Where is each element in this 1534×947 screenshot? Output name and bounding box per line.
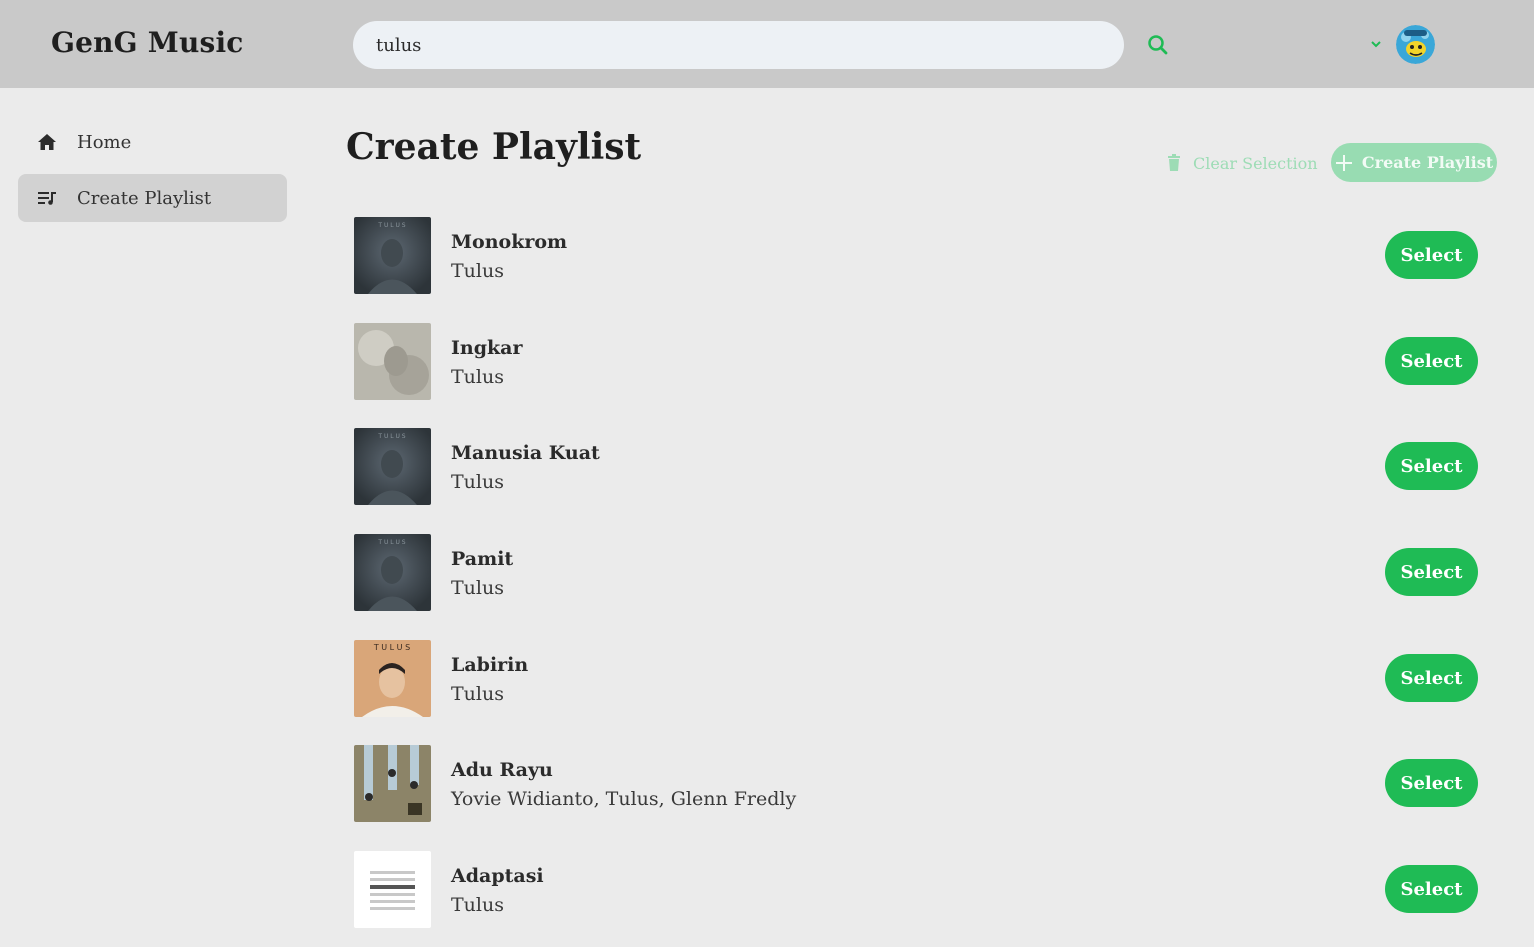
search-icon[interactable] bbox=[1147, 34, 1169, 56]
song-artist: Tulus bbox=[451, 577, 504, 599]
select-button[interactable]: Select bbox=[1385, 654, 1478, 702]
album-cover bbox=[354, 323, 431, 400]
album-cover: T U L U S bbox=[354, 534, 431, 611]
create-playlist-button[interactable]: Create Playlist bbox=[1331, 143, 1497, 182]
song-artist: Yovie Widianto, Tulus, Glenn Fredly bbox=[451, 788, 797, 810]
brand-logo[interactable]: GenG Music bbox=[51, 26, 244, 59]
song-title: Labirin bbox=[451, 654, 529, 676]
song-artist: Tulus bbox=[451, 471, 504, 493]
song-row: Ingkar Tulus Select bbox=[354, 323, 1478, 401]
song-title: Adaptasi bbox=[451, 865, 544, 887]
song-artist: Tulus bbox=[451, 260, 504, 282]
song-artist: Tulus bbox=[451, 366, 504, 388]
select-button[interactable]: Select bbox=[1385, 548, 1478, 596]
select-button[interactable]: Select bbox=[1385, 231, 1478, 279]
plus-icon bbox=[1335, 154, 1352, 171]
song-row: T U L U S Manusia Kuat Tulus Select bbox=[354, 428, 1478, 506]
album-cover: T U L U S bbox=[354, 640, 431, 717]
sidebar-item-create-playlist[interactable]: Create Playlist bbox=[18, 174, 287, 222]
song-title: Ingkar bbox=[451, 337, 523, 359]
select-button[interactable]: Select bbox=[1385, 865, 1478, 913]
trash-icon bbox=[1168, 154, 1180, 171]
svg-text:T U L U S: T U L U S bbox=[377, 539, 405, 546]
song-title: Pamit bbox=[451, 548, 514, 570]
song-row: T U L U S Labirin Tulus Select bbox=[354, 640, 1478, 718]
album-cover: T U L U S bbox=[354, 217, 431, 294]
sidebar-item-label: Home bbox=[77, 131, 132, 153]
song-title: Monokrom bbox=[451, 231, 568, 253]
top-bar: GenG Music bbox=[0, 0, 1534, 88]
user-avatar[interactable] bbox=[1396, 25, 1435, 64]
sidebar-item-home[interactable]: Home bbox=[18, 118, 287, 166]
playlist-icon bbox=[37, 188, 57, 208]
page-title: Create Playlist bbox=[346, 126, 642, 168]
album-cover: T U L U S bbox=[354, 428, 431, 505]
svg-text:T U L U S: T U L U S bbox=[377, 433, 405, 440]
song-row: Adaptasi Tulus Select bbox=[354, 851, 1478, 929]
album-cover bbox=[354, 851, 431, 928]
song-row: Adu Rayu Yovie Widianto, Tulus, Glenn Fr… bbox=[354, 745, 1478, 823]
select-button[interactable]: Select bbox=[1385, 337, 1478, 385]
search-input[interactable] bbox=[374, 33, 1103, 57]
svg-text:T U L U S: T U L U S bbox=[377, 222, 405, 229]
select-button[interactable]: Select bbox=[1385, 759, 1478, 807]
song-row: T U L U S Monokrom Tulus Select bbox=[354, 217, 1478, 295]
home-icon bbox=[37, 132, 57, 152]
select-button[interactable]: Select bbox=[1385, 442, 1478, 490]
create-playlist-label: Create Playlist bbox=[1361, 153, 1494, 172]
svg-text:T U L U S: T U L U S bbox=[373, 643, 410, 652]
chevron-down-icon[interactable] bbox=[1370, 38, 1382, 50]
song-title: Manusia Kuat bbox=[451, 442, 600, 464]
sidebar-item-label: Create Playlist bbox=[77, 187, 212, 209]
search-bar[interactable] bbox=[353, 21, 1124, 69]
song-title: Adu Rayu bbox=[451, 759, 553, 781]
song-artist: Tulus bbox=[451, 894, 504, 916]
clear-selection-button[interactable]: Clear Selection bbox=[1167, 151, 1318, 175]
song-row: T U L U S Pamit Tulus Select bbox=[354, 534, 1478, 612]
clear-selection-label: Clear Selection bbox=[1193, 153, 1318, 173]
album-cover bbox=[354, 745, 431, 822]
song-artist: Tulus bbox=[451, 683, 504, 705]
